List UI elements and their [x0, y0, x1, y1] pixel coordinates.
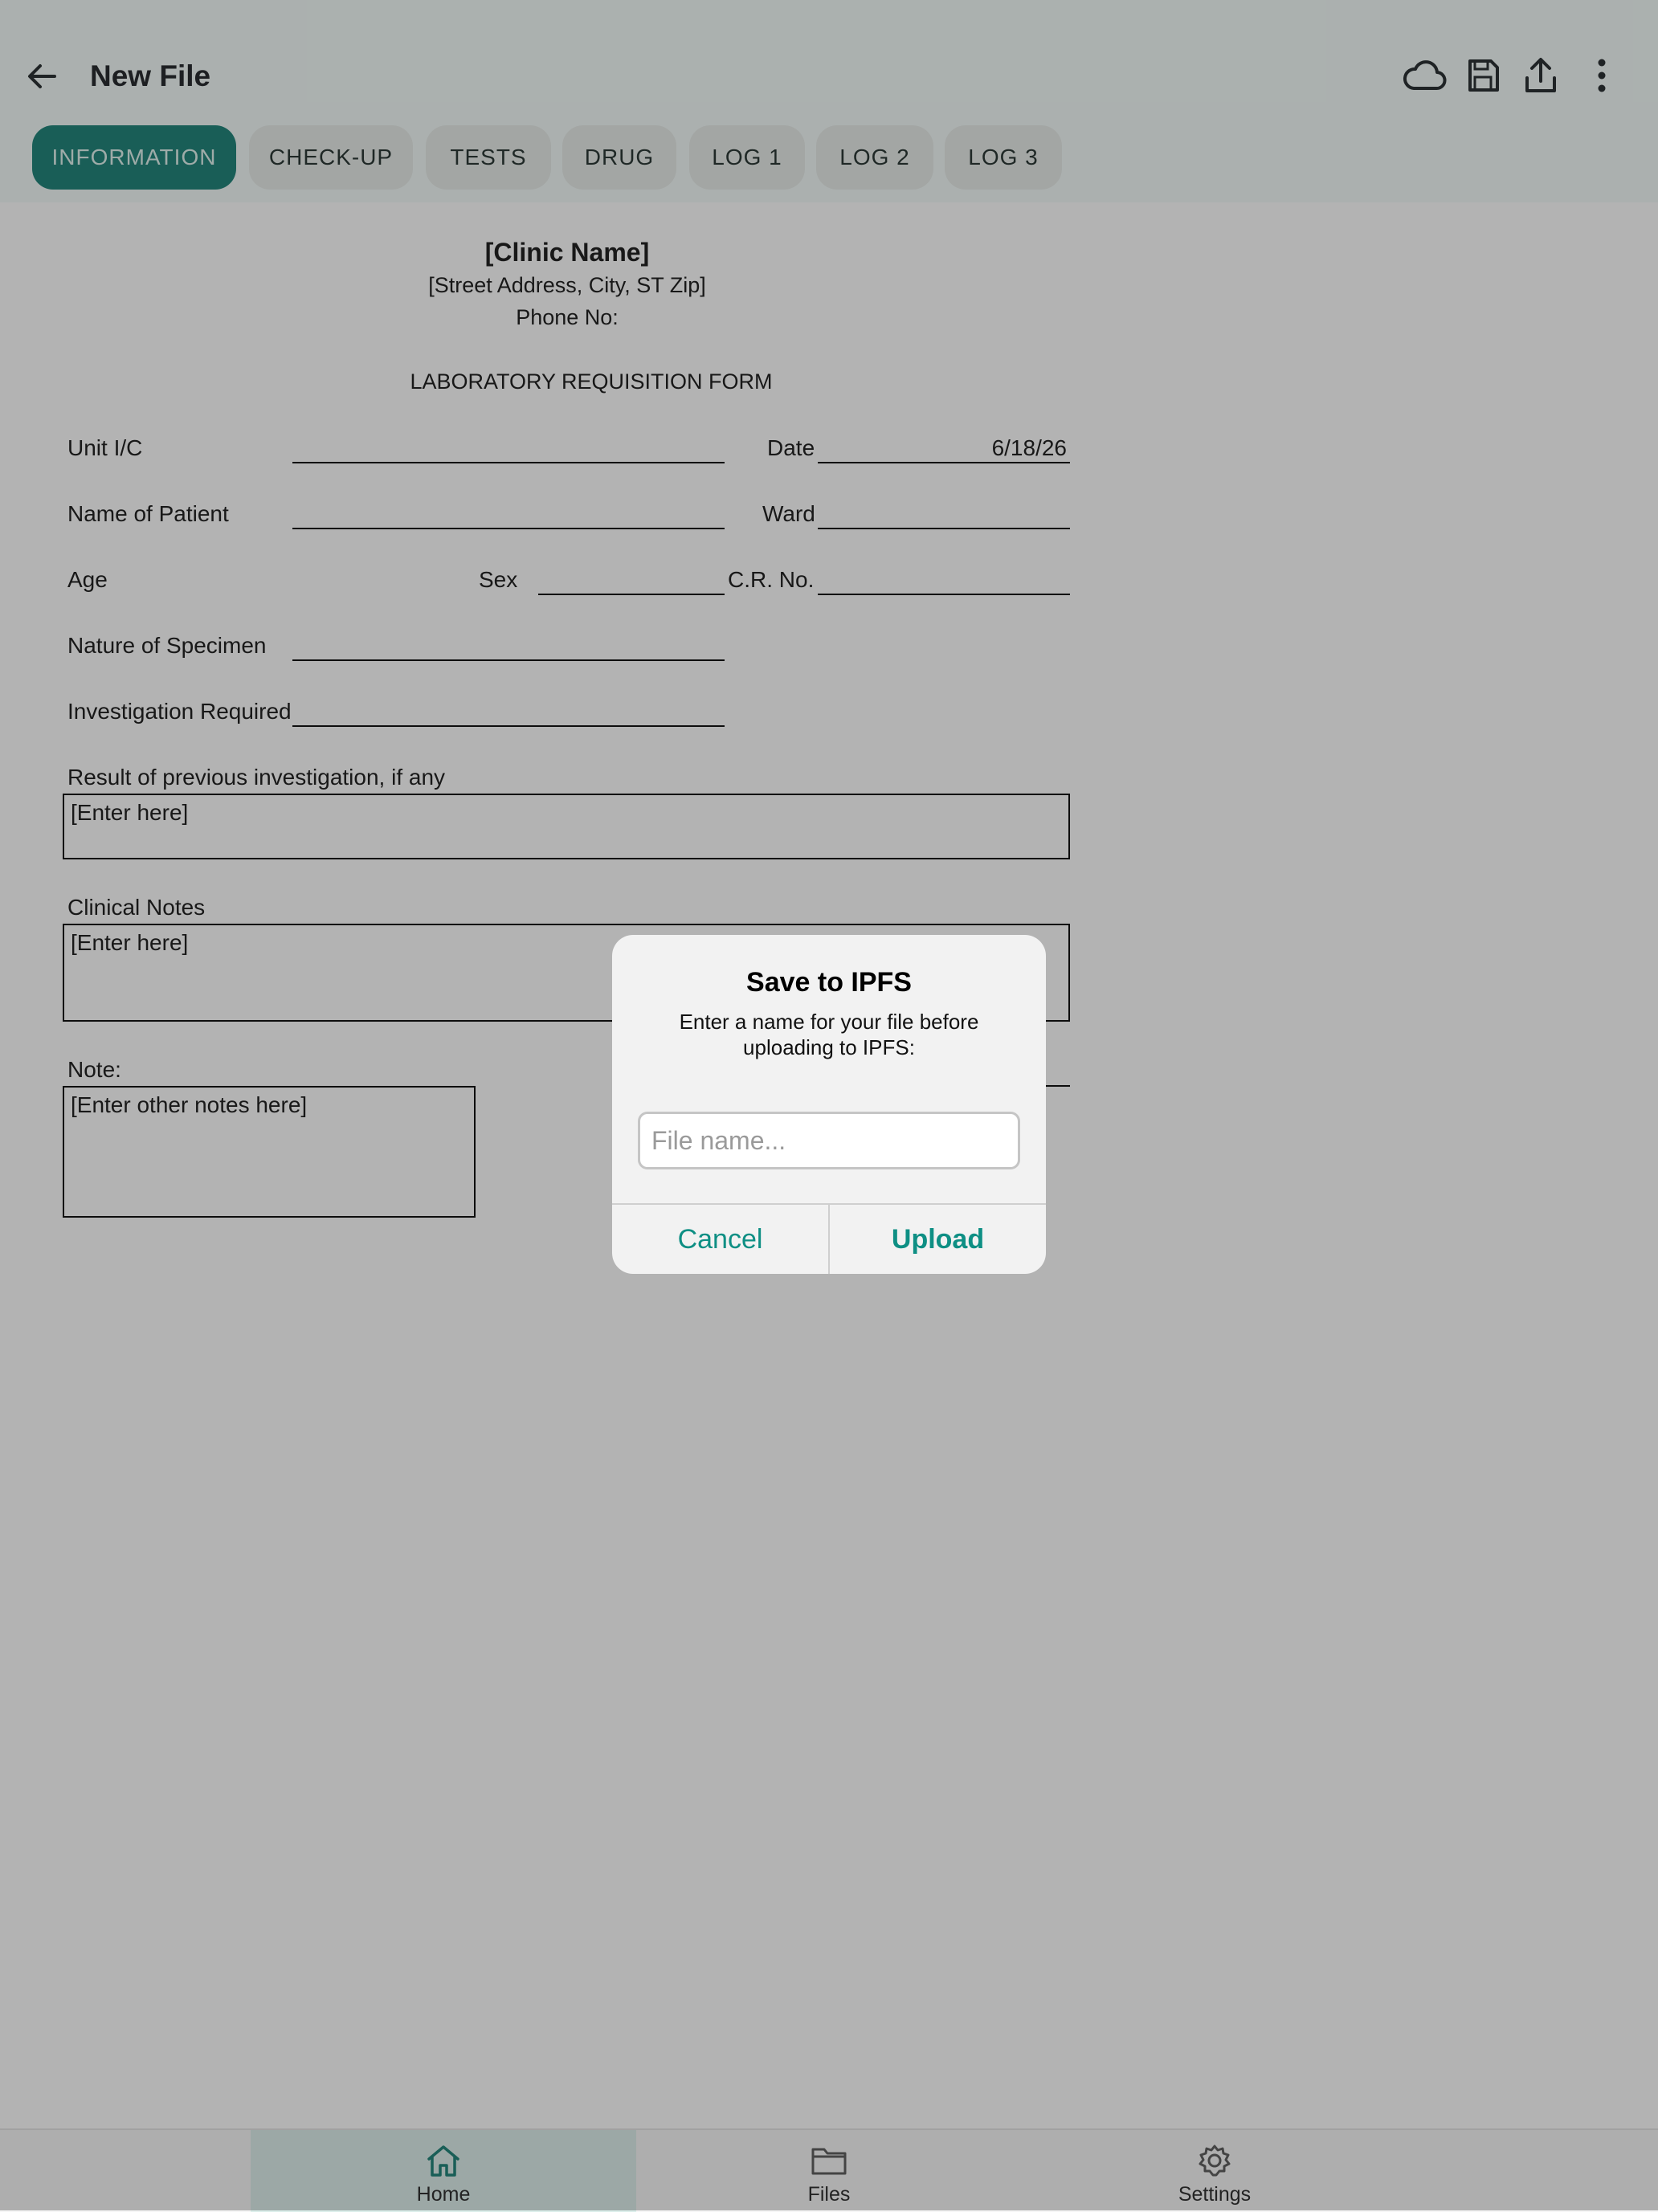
dialog-title: Save to IPFS — [746, 967, 912, 998]
upload-button[interactable]: Upload — [830, 1205, 1046, 1274]
save-to-ipfs-dialog: Save to IPFS Enter a name for your file … — [612, 935, 1046, 1274]
dialog-message: Enter a name for your file before upload… — [679, 1010, 979, 1059]
cancel-button[interactable]: Cancel — [612, 1205, 828, 1274]
file-name-input[interactable] — [638, 1112, 1020, 1169]
